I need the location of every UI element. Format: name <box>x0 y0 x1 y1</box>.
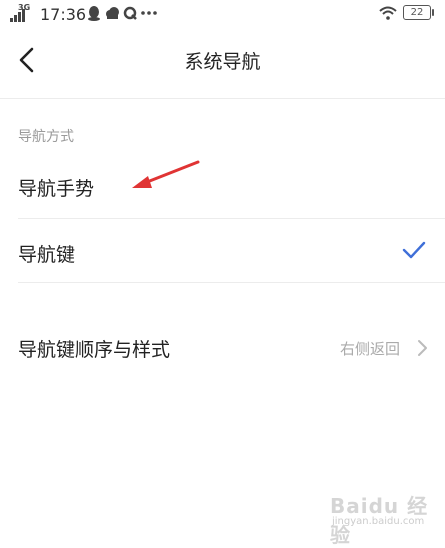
option-navigation-keys[interactable]: 导航键 <box>18 240 75 267</box>
divider <box>18 282 445 283</box>
chevron-right-icon <box>418 340 427 356</box>
status-bar: 3G 17:36 22 <box>0 0 445 28</box>
cloud-icon <box>106 7 119 19</box>
page-title: 系统导航 <box>184 51 261 73</box>
section-title: 导航方式 <box>18 129 74 145</box>
nav-key-order-value: 右侧返回 <box>340 340 401 358</box>
header-divider <box>0 98 445 99</box>
annotation-arrow-icon <box>132 160 200 188</box>
battery-icon: 22 <box>403 5 434 20</box>
more-dots-icon <box>141 11 157 15</box>
status-time: 17:36 <box>40 5 87 24</box>
divider <box>18 218 445 219</box>
q-icon <box>123 6 137 20</box>
notification-icons <box>87 5 158 21</box>
watermark: Baidu 经验 jingyan.baidu.com <box>322 488 432 547</box>
option-gesture-navigation[interactable]: 导航手势 <box>18 174 94 201</box>
network-type: 3G <box>18 3 31 12</box>
status-right: 22 <box>379 5 434 20</box>
watermark-url: jingyan.baidu.com <box>332 516 425 527</box>
check-icon <box>402 241 426 259</box>
qq-icon <box>88 6 100 21</box>
nav-key-order-style-row[interactable]: 导航键顺序与样式 <box>18 335 170 362</box>
wifi-icon <box>379 6 397 20</box>
